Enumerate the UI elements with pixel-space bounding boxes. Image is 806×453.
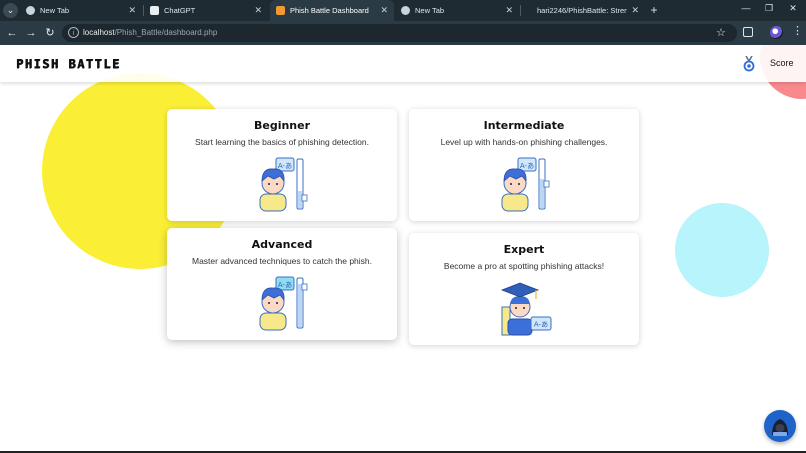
url-path: /Phish_Battle/dashboard.php bbox=[114, 28, 218, 37]
student-progress-low-icon: A-あ bbox=[259, 157, 308, 212]
browser-toolbar: ← → ↻ i localhost/Phish_Battle/dashboard… bbox=[0, 21, 806, 45]
card-description: Master advanced techniques to catch the … bbox=[191, 256, 373, 266]
reload-button[interactable]: ↻ bbox=[43, 26, 57, 40]
medal-icon[interactable] bbox=[743, 56, 755, 72]
close-icon[interactable]: ✕ bbox=[380, 5, 388, 16]
card-description: Start learning the basics of phishing de… bbox=[195, 137, 369, 147]
card-title: Beginner bbox=[253, 119, 311, 132]
new-tab-button[interactable]: + bbox=[647, 2, 661, 18]
chrome-icon bbox=[26, 6, 35, 15]
svg-text:A-あ: A-あ bbox=[520, 162, 534, 170]
tab-phish-battle-dashboard[interactable]: Phish Battle Dashboard ✕ bbox=[270, 0, 394, 21]
score-link[interactable]: Score bbox=[770, 58, 794, 68]
back-button[interactable]: ← bbox=[5, 26, 19, 40]
extensions-icon[interactable] bbox=[743, 27, 753, 37]
chrome-icon bbox=[401, 6, 410, 15]
close-icon[interactable]: ✕ bbox=[128, 5, 136, 16]
tab-search-button[interactable]: ⌄ bbox=[3, 3, 18, 18]
card-description: Become a pro at spotting phishing attack… bbox=[443, 261, 605, 271]
site-logo[interactable]: PHISH BATTLE bbox=[16, 57, 121, 71]
tab-new-tab-2[interactable]: New Tab ✕ bbox=[395, 0, 519, 21]
level-card-expert[interactable]: Expert Become a pro at spotting phishing… bbox=[409, 233, 639, 345]
close-icon[interactable]: ✕ bbox=[505, 5, 513, 16]
bookmark-star-icon[interactable]: ☆ bbox=[716, 26, 726, 39]
address-bar[interactable]: i localhost/Phish_Battle/dashboard.php ☆ bbox=[62, 24, 737, 42]
card-title: Expert bbox=[503, 243, 545, 256]
student-progress-mid-icon: A-あ bbox=[501, 157, 550, 212]
site-navbar: PHISH BATTLE Score bbox=[0, 45, 806, 82]
tab-new-tab-1[interactable]: New Tab ✕ bbox=[20, 0, 142, 21]
site-favicon-icon bbox=[276, 6, 285, 15]
svg-text:A-あ: A-あ bbox=[534, 321, 548, 329]
graduate-icon: A-あ bbox=[500, 282, 552, 336]
minimize-button[interactable]: — bbox=[739, 3, 753, 13]
browser-menu-icon[interactable]: ⋮ bbox=[792, 24, 803, 37]
restore-button[interactable]: ❐ bbox=[762, 3, 776, 14]
dashboard-page: PHISH BATTLE Score Beginner Start learni… bbox=[0, 45, 806, 453]
close-icon[interactable]: ✕ bbox=[254, 5, 262, 16]
tab-title: New Tab bbox=[40, 6, 70, 15]
close-icon[interactable]: ✕ bbox=[631, 5, 639, 16]
url-host: localhost bbox=[83, 28, 115, 37]
cyan-decor-circle bbox=[675, 203, 769, 297]
url-text: localhost/Phish_Battle/dashboard.php bbox=[83, 28, 217, 37]
hacker-icon bbox=[772, 419, 788, 436]
tab-title: Phish Battle Dashboard bbox=[290, 6, 369, 15]
tab-chatgpt[interactable]: ChatGPT ✕ bbox=[144, 0, 268, 21]
card-description: Level up with hands-on phishing challeng… bbox=[440, 137, 608, 147]
chatgpt-icon bbox=[150, 6, 159, 15]
site-info-icon[interactable]: i bbox=[68, 27, 79, 38]
tab-title: New Tab bbox=[415, 6, 445, 15]
level-card-beginner[interactable]: Beginner Start learning the basics of ph… bbox=[167, 109, 397, 221]
student-progress-high-icon: A-あ bbox=[259, 276, 308, 331]
svg-text:A-あ: A-あ bbox=[278, 281, 292, 289]
tab-title: ChatGPT bbox=[164, 6, 196, 15]
card-title: Advanced bbox=[251, 238, 313, 251]
level-card-advanced[interactable]: Advanced Master advanced techniques to c… bbox=[167, 228, 397, 340]
svg-text:A-あ: A-あ bbox=[278, 162, 292, 170]
window-close-button[interactable]: ✕ bbox=[786, 3, 800, 14]
tab-title: hari2246/PhishBattle: Strengthe bbox=[537, 6, 628, 15]
browser-tab-strip: ⌄ New Tab ✕ ChatGPT ✕ Phish Battle Dashb… bbox=[0, 0, 806, 21]
profile-avatar[interactable] bbox=[770, 26, 783, 39]
level-card-intermediate[interactable]: Intermediate Level up with hands-on phis… bbox=[409, 109, 639, 221]
forward-button[interactable]: → bbox=[24, 26, 38, 40]
tab-github-phishbattle[interactable]: hari2246/PhishBattle: Strengthe ✕ bbox=[521, 0, 645, 21]
card-title: Intermediate bbox=[483, 119, 565, 132]
hacker-avatar-button[interactable] bbox=[764, 410, 796, 442]
